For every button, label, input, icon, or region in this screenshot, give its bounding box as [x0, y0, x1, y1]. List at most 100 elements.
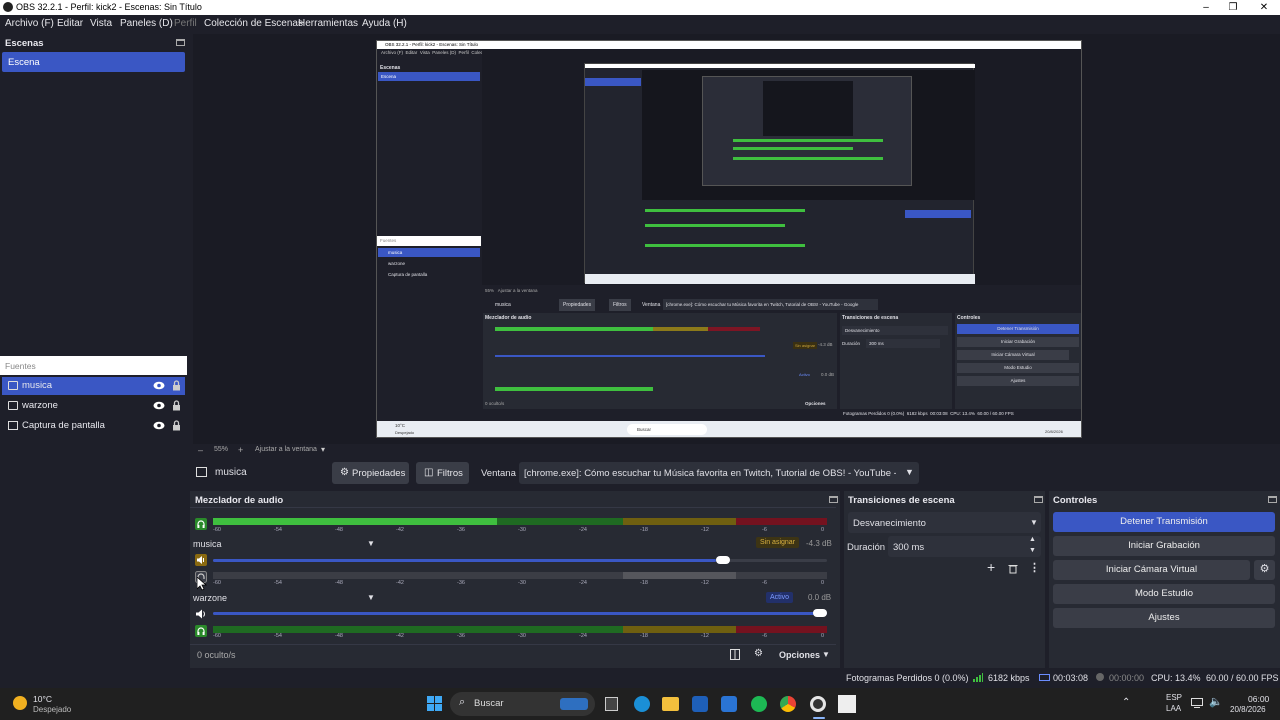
meter-level	[213, 518, 497, 525]
capcut-icon[interactable]	[838, 695, 856, 713]
speaker-muted-icon[interactable]	[195, 554, 207, 566]
studio-mode-button[interactable]: Modo Estudio	[1053, 584, 1275, 604]
menu-ayuda[interactable]: Ayuda (H)	[362, 18, 407, 29]
start-virtual-camera-button[interactable]: Iniciar Cámara Virtual	[1053, 560, 1250, 580]
windows-taskbar: 10°C Despejado ⌕ Buscar ⌃ ESP LAA 🔈 06:0…	[0, 688, 1280, 720]
tick-label: 0	[821, 527, 825, 533]
options-button[interactable]: Opciones	[779, 650, 820, 660]
menu-vista[interactable]: Vista	[90, 18, 112, 29]
transition-select[interactable]: Desvanecimiento ▼	[848, 512, 1041, 533]
headphones-icon[interactable]	[195, 625, 207, 637]
volume-slider-fill	[213, 612, 827, 615]
undock-icon[interactable]	[1268, 496, 1277, 503]
weather-temp: 10°C	[33, 694, 52, 704]
clock-time[interactable]: 06:00	[1248, 694, 1269, 704]
zoom-dropdown-icon[interactable]: ▾	[321, 445, 325, 454]
edge-icon[interactable]	[634, 696, 650, 712]
layout-icon[interactable]	[730, 649, 740, 660]
chrome-icon[interactable]	[780, 696, 796, 712]
stepper-up-icon[interactable]: ▲	[1029, 536, 1036, 543]
store-icon[interactable]	[692, 696, 708, 712]
chevron-down-icon[interactable]: ▼	[822, 650, 830, 659]
stop-streaming-button[interactable]: Detener Transmisión	[1053, 512, 1275, 532]
close-button[interactable]: ✕	[1250, 0, 1278, 15]
duration-input[interactable]: 300 ms ▲ ▼	[888, 536, 1041, 557]
volume-slider-handle[interactable]	[716, 556, 730, 564]
outlook-icon[interactable]	[721, 696, 737, 712]
advanced-audio-icon[interactable]: ⚙	[754, 648, 763, 659]
inner-menu-item: Paneles (D)	[432, 50, 457, 55]
visibility-eye-icon[interactable]	[153, 401, 165, 410]
volume-icon[interactable]: 🔈	[1209, 695, 1223, 708]
weather-sun-icon	[13, 696, 27, 710]
menu-herramientas[interactable]: Herramientas	[298, 18, 358, 29]
undock-icon[interactable]	[1034, 496, 1043, 503]
channel-db: 0.0 dB	[808, 593, 832, 602]
visibility-eye-icon[interactable]	[153, 381, 165, 390]
obs-icon[interactable]	[810, 696, 826, 712]
lock-icon[interactable]	[172, 380, 181, 391]
properties-button[interactable]: ⚙ Propiedades	[332, 462, 409, 484]
inner-controls-title: Controles	[957, 315, 981, 321]
menu-perfil[interactable]: Perfil	[174, 18, 197, 29]
settings-button[interactable]: Ajustes	[1053, 608, 1275, 628]
source-item-captura-pantalla[interactable]: Captura de pantalla	[2, 417, 185, 435]
language-region[interactable]: LAA	[1166, 704, 1181, 713]
streaming-icon	[1039, 674, 1050, 681]
task-view-icon[interactable]	[605, 697, 618, 711]
clock-date[interactable]: 20/8/2026	[1230, 705, 1266, 714]
add-transition-icon[interactable]: +	[987, 559, 995, 575]
stepper-down-icon[interactable]: ▼	[1029, 547, 1036, 554]
inner-meter-yellow	[653, 327, 708, 331]
zoom-in-icon[interactable]: +	[238, 445, 243, 455]
maximize-button[interactable]: ❐	[1219, 0, 1247, 15]
scene-item[interactable]: Escena	[2, 52, 185, 72]
window-select-value: [chrome.exe]: Cómo escuchar tu Música fa…	[524, 468, 896, 479]
headphones-icon[interactable]	[195, 518, 207, 530]
minimize-button[interactable]: –	[1192, 0, 1220, 15]
start-recording-button[interactable]: Iniciar Grabación	[1053, 536, 1275, 556]
source-item-musica[interactable]: musica	[2, 377, 185, 395]
windows-start-icon[interactable]	[427, 696, 442, 711]
inner-controls: Controles Detener Transmisión Iniciar Gr…	[955, 313, 1081, 409]
window-title: OBS 32.2.1 - Perfil: kick2 - Escenas: Si…	[16, 2, 202, 12]
menu-paneles[interactable]: Paneles (D)	[120, 18, 173, 29]
volume-slider-handle[interactable]	[813, 609, 827, 617]
tick-label: -24	[579, 633, 587, 639]
more-options-icon[interactable]: ⋮	[1029, 561, 1040, 574]
virtual-camera-settings-gear-icon[interactable]: ⚙	[1254, 560, 1275, 580]
volume-slider-fill	[213, 559, 716, 562]
lock-icon[interactable]	[172, 400, 181, 411]
language-code[interactable]: ESP	[1166, 693, 1182, 702]
inner-source-name: musica	[495, 302, 511, 308]
chevron-down-icon[interactable]: ▼	[367, 539, 375, 548]
window-select[interactable]: [chrome.exe]: Cómo escuchar tu Música fa…	[519, 462, 919, 484]
undock-icon[interactable]	[829, 496, 838, 503]
network-icon[interactable]	[1191, 698, 1203, 708]
transition-value: Desvanecimiento	[853, 518, 926, 529]
tick-label: -36	[457, 527, 465, 533]
preview-area[interactable]: OBS 32.2.1 - Perfil: kick2 - Escenas: Si…	[193, 34, 1280, 444]
lock-icon[interactable]	[172, 420, 181, 431]
meter-red-zone	[736, 626, 827, 633]
chevron-up-icon[interactable]: ⌃	[1122, 697, 1130, 708]
filters-button[interactable]: ◫ Filtros	[416, 462, 469, 484]
inner-zoom-value: 55%	[485, 288, 495, 293]
inner3-preview	[702, 76, 912, 186]
visibility-eye-icon[interactable]	[153, 421, 165, 430]
file-explorer-icon[interactable]	[662, 697, 679, 711]
speaker-icon[interactable]	[195, 608, 207, 620]
undock-icon[interactable]	[176, 39, 185, 46]
inner-db1: -4.3 dB	[818, 342, 833, 347]
chevron-down-icon[interactable]: ▼	[367, 593, 375, 602]
menu-editar[interactable]: Editar	[57, 18, 83, 29]
trash-icon[interactable]	[1008, 563, 1018, 574]
menu-archivo[interactable]: Archivo (F)	[5, 18, 54, 29]
filters-label: Filtros	[437, 468, 463, 479]
zoom-out-icon[interactable]: –	[198, 445, 203, 455]
taskbar-search[interactable]: ⌕ Buscar	[450, 692, 595, 716]
menu-coleccion-escenas[interactable]: Colección de Escenas	[204, 18, 303, 29]
spotify-icon[interactable]	[751, 696, 767, 712]
source-item-warzone[interactable]: warzone	[2, 397, 185, 415]
fit-to-window[interactable]: Ajustar a la ventana	[255, 446, 317, 453]
